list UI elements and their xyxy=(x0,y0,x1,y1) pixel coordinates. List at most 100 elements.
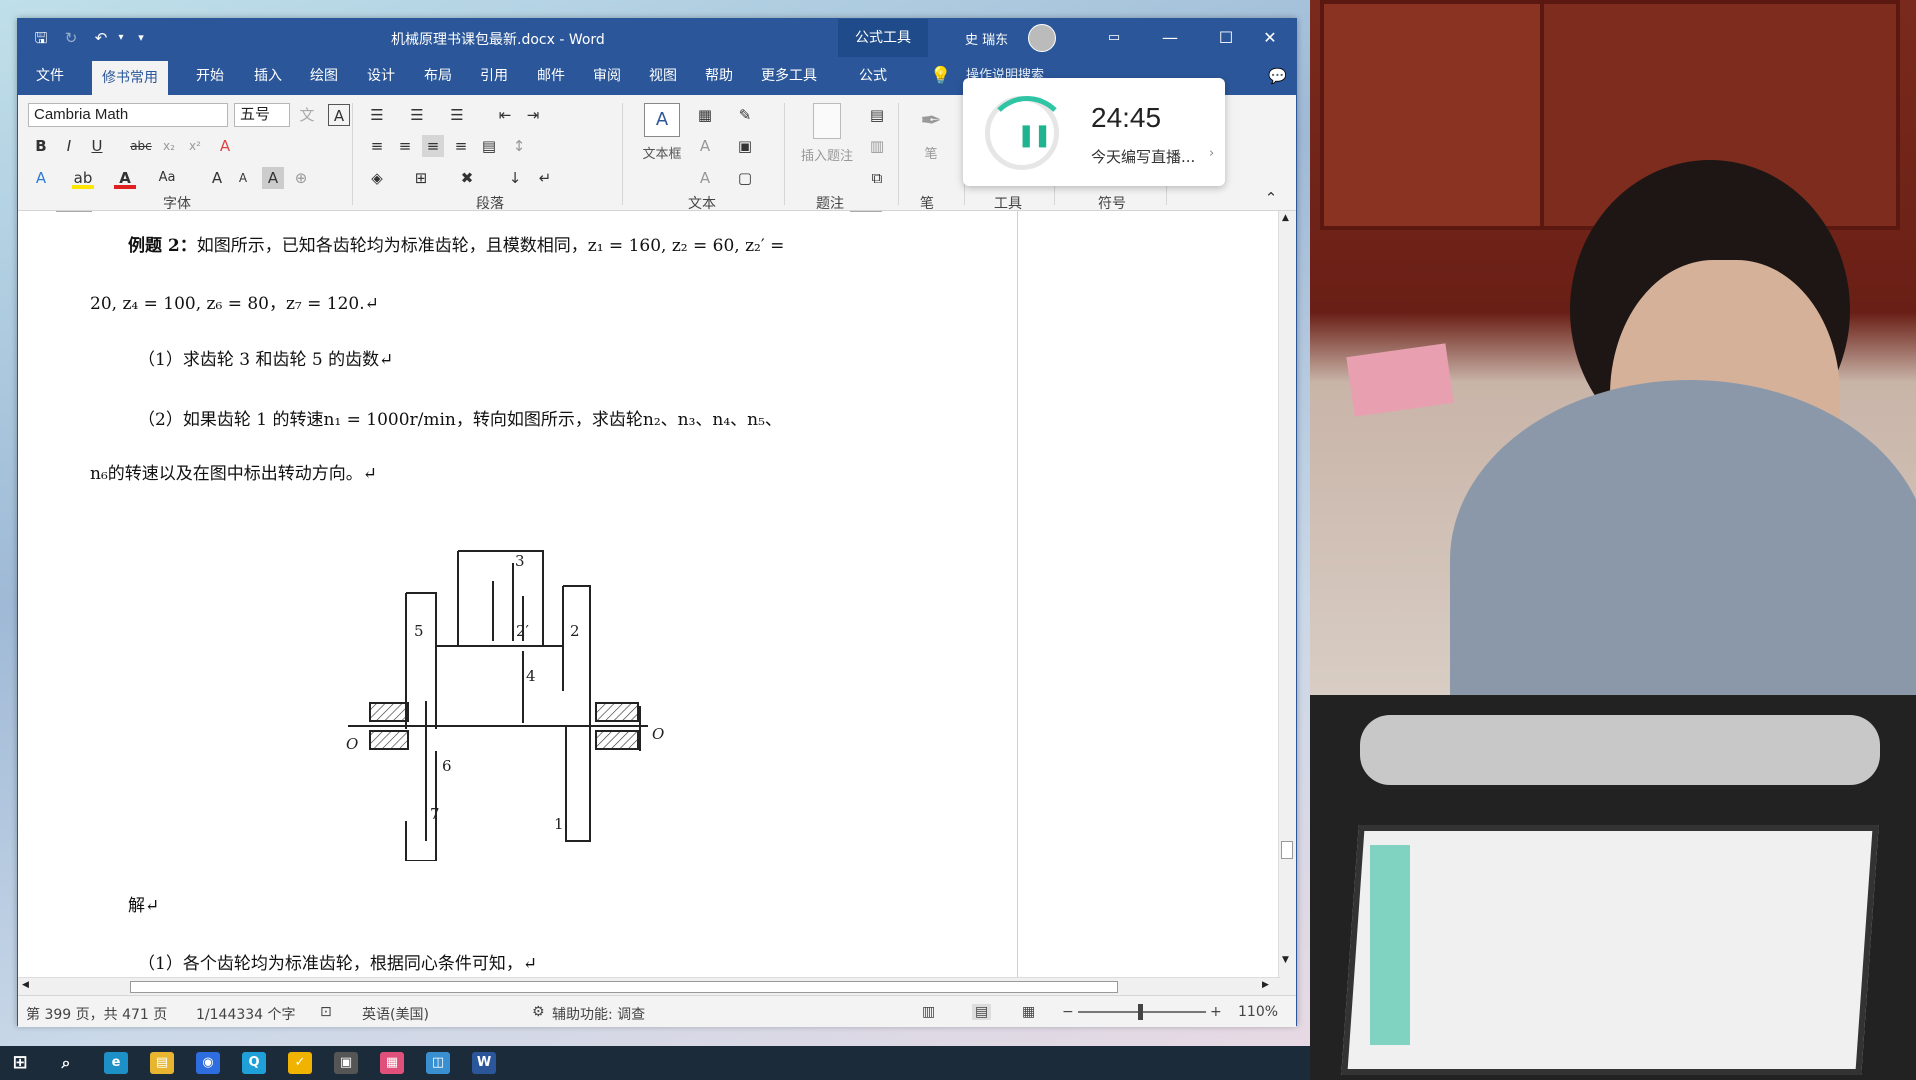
tab-design[interactable]: 设计 xyxy=(357,57,405,95)
sort-icon[interactable]: ↓ xyxy=(504,167,526,189)
quick-parts-icon[interactable]: ▦ xyxy=(694,104,716,126)
borders-icon[interactable]: ⊞ xyxy=(410,167,432,189)
paragraph-line1[interactable]: 例题 2：如图所示，已知各齿轮均为标准齿轮，且模数相同，z₁ = 160, z₂… xyxy=(128,231,868,256)
font-size-box[interactable]: 五号 xyxy=(234,103,290,127)
ribbon-display-options-icon[interactable]: ▭ xyxy=(1086,19,1142,57)
paragraph-line2[interactable]: 20, z₄ = 100, z₆ = 80，z₇ = 120.↵ xyxy=(90,289,379,314)
scroll-down-icon[interactable]: ▼ xyxy=(1282,955,1289,965)
tab-layout[interactable]: 布局 xyxy=(414,57,462,95)
change-case-icon[interactable]: Aa xyxy=(156,167,178,189)
todo-icon[interactable]: ✓ xyxy=(288,1052,312,1074)
highlight-icon[interactable]: ab xyxy=(72,167,94,189)
strikethrough-icon[interactable]: abc xyxy=(130,135,152,157)
shading-icon[interactable]: ◈ xyxy=(366,167,388,189)
hscroll-thumb[interactable] xyxy=(130,981,1118,993)
show-marks-icon[interactable]: ↵ xyxy=(534,167,556,189)
line-spacing-icon[interactable]: ↕ xyxy=(508,135,530,157)
word-count[interactable]: 1/144334 个字 xyxy=(196,1004,296,1024)
text-effects-icon[interactable]: A xyxy=(30,167,52,189)
decrease-indent-icon[interactable]: ⇤ xyxy=(494,104,516,126)
edge-icon[interactable]: e xyxy=(104,1052,128,1074)
chevron-right-icon[interactable]: › xyxy=(1209,146,1214,161)
user-name[interactable]: 史 瑞东 xyxy=(965,29,1008,48)
multilevel-list-icon[interactable]: ☰ xyxy=(446,104,468,126)
shrink-font-icon[interactable]: A xyxy=(232,167,254,189)
underline-icon[interactable]: U xyxy=(86,135,108,157)
font-color-icon[interactable]: A xyxy=(114,167,136,189)
zoom-out-icon[interactable]: − xyxy=(1062,1004,1074,1020)
superscript-icon[interactable]: x² xyxy=(184,135,206,157)
vertical-scrollbar[interactable]: ▲ ▼ xyxy=(1278,211,1296,995)
character-border-icon[interactable]: A xyxy=(328,104,350,126)
comments-icon[interactable]: 💬 xyxy=(1258,57,1297,95)
zoom-slider-thumb[interactable] xyxy=(1138,1004,1143,1020)
app-icon[interactable]: ▣ xyxy=(334,1052,358,1074)
timer-task-label[interactable]: 今天编写直播... xyxy=(1091,146,1195,167)
word-icon[interactable]: W xyxy=(472,1052,496,1074)
tab-insert[interactable]: 插入 xyxy=(244,57,292,95)
insert-table-of-figures-icon[interactable]: ▤ xyxy=(866,104,888,126)
numbering-icon[interactable]: ☰ xyxy=(406,104,428,126)
avatar[interactable] xyxy=(1028,24,1056,52)
document-area[interactable]: 例题 2：如图所示，已知各齿轮均为标准齿轮，且模数相同，z₁ = 160, z₂… xyxy=(18,211,1280,995)
tab-mailings[interactable]: 邮件 xyxy=(527,57,575,95)
print-layout-icon[interactable]: ▤ xyxy=(972,1004,992,1020)
scroll-thumb[interactable] xyxy=(1281,841,1293,859)
bullets-icon[interactable]: ☰ xyxy=(366,104,388,126)
scroll-up-icon[interactable]: ▲ xyxy=(1282,213,1289,223)
zoom-in-icon[interactable]: + xyxy=(1210,1004,1222,1020)
search-icon[interactable]: ⌕ xyxy=(54,1052,78,1074)
character-shading-icon[interactable]: A xyxy=(262,167,284,189)
justify-icon[interactable]: ≡ xyxy=(450,135,472,157)
distributed-icon[interactable]: ▤ xyxy=(478,135,500,157)
chinese-layout-icon[interactable]: ✖ xyxy=(456,167,478,189)
read-mode-icon[interactable]: ▥ xyxy=(922,1004,935,1020)
enclose-characters-icon[interactable]: ⊕ xyxy=(290,167,312,189)
align-right-icon[interactable]: ≡ xyxy=(422,135,444,157)
paragraph-line5[interactable]: n₆的转速以及在图中标出转动方向。↵ xyxy=(90,459,377,484)
pen-button[interactable]: ✒ 笔 xyxy=(906,103,956,162)
minimize-button[interactable]: — xyxy=(1142,19,1198,57)
page-count[interactable]: 第 399 页，共 471 页 xyxy=(26,1004,167,1024)
tab-review[interactable]: 审阅 xyxy=(583,57,631,95)
proofing-icon[interactable]: ⊡ xyxy=(320,1004,332,1020)
app-icon[interactable]: ▦ xyxy=(380,1052,404,1074)
scroll-left-icon[interactable]: ◀ xyxy=(22,980,29,990)
app-icon[interactable]: ◫ xyxy=(426,1052,450,1074)
collapse-ribbon-icon[interactable]: ⌃ xyxy=(1260,187,1282,209)
paragraph-line3[interactable]: （1）求齿轮 3 和齿轮 5 的齿数↵ xyxy=(138,345,393,370)
lightbulb-icon[interactable]: 💡 xyxy=(920,57,961,95)
language-indicator[interactable]: 英语(美国) xyxy=(362,1004,429,1024)
accessibility-status[interactable]: 辅助功能: 调查 xyxy=(552,1004,645,1024)
textbox-button[interactable]: A 文本框 xyxy=(632,103,692,162)
phonetic-guide-icon[interactable]: 文 xyxy=(296,104,318,126)
tab-equation[interactable]: 公式 xyxy=(849,57,897,95)
undo-icon[interactable]: ↶ xyxy=(90,27,112,49)
wordart-icon[interactable]: A xyxy=(694,135,716,157)
save-icon[interactable]: 🖫 xyxy=(30,27,52,49)
cross-reference-icon[interactable]: ⧉ xyxy=(866,167,888,189)
align-center-icon[interactable]: ≡ xyxy=(394,135,416,157)
object-icon[interactable]: ▢ xyxy=(734,167,756,189)
bold-icon[interactable]: B xyxy=(30,135,52,157)
windows-start-icon[interactable]: ⊞ xyxy=(8,1052,32,1074)
undo-dropdown-icon[interactable]: ▾ xyxy=(110,27,132,49)
paragraph-line7[interactable]: （1）各个齿轮均为标准齿轮，根据同心条件可知，↵ xyxy=(138,949,537,974)
app-icon[interactable]: ◉ xyxy=(196,1052,220,1074)
tab-more-tools[interactable]: 更多工具 xyxy=(751,57,827,95)
zoom-level[interactable]: 110% xyxy=(1238,1004,1278,1020)
close-button[interactable]: ✕ xyxy=(1242,19,1298,57)
scroll-right-icon[interactable]: ▶ xyxy=(1262,980,1269,990)
subscript-icon[interactable]: x₂ xyxy=(158,135,180,157)
tab-help[interactable]: 帮助 xyxy=(695,57,743,95)
tab-draw[interactable]: 绘图 xyxy=(300,57,348,95)
file-explorer-icon[interactable]: ▤ xyxy=(150,1052,174,1074)
pause-icon[interactable]: ❚❚ xyxy=(1017,123,1052,148)
gear-train-figure[interactable]: 3 5 2′ 2 4 6 7 1 O O xyxy=(318,541,678,861)
increase-indent-icon[interactable]: ⇥ xyxy=(522,104,544,126)
signature-line-icon[interactable]: ✎ xyxy=(734,104,756,126)
autosave-icon[interactable]: ↻ xyxy=(60,27,82,49)
dropcap-icon[interactable]: A xyxy=(694,167,716,189)
align-left-icon[interactable]: ≡ xyxy=(366,135,388,157)
tab-references[interactable]: 引用 xyxy=(470,57,518,95)
